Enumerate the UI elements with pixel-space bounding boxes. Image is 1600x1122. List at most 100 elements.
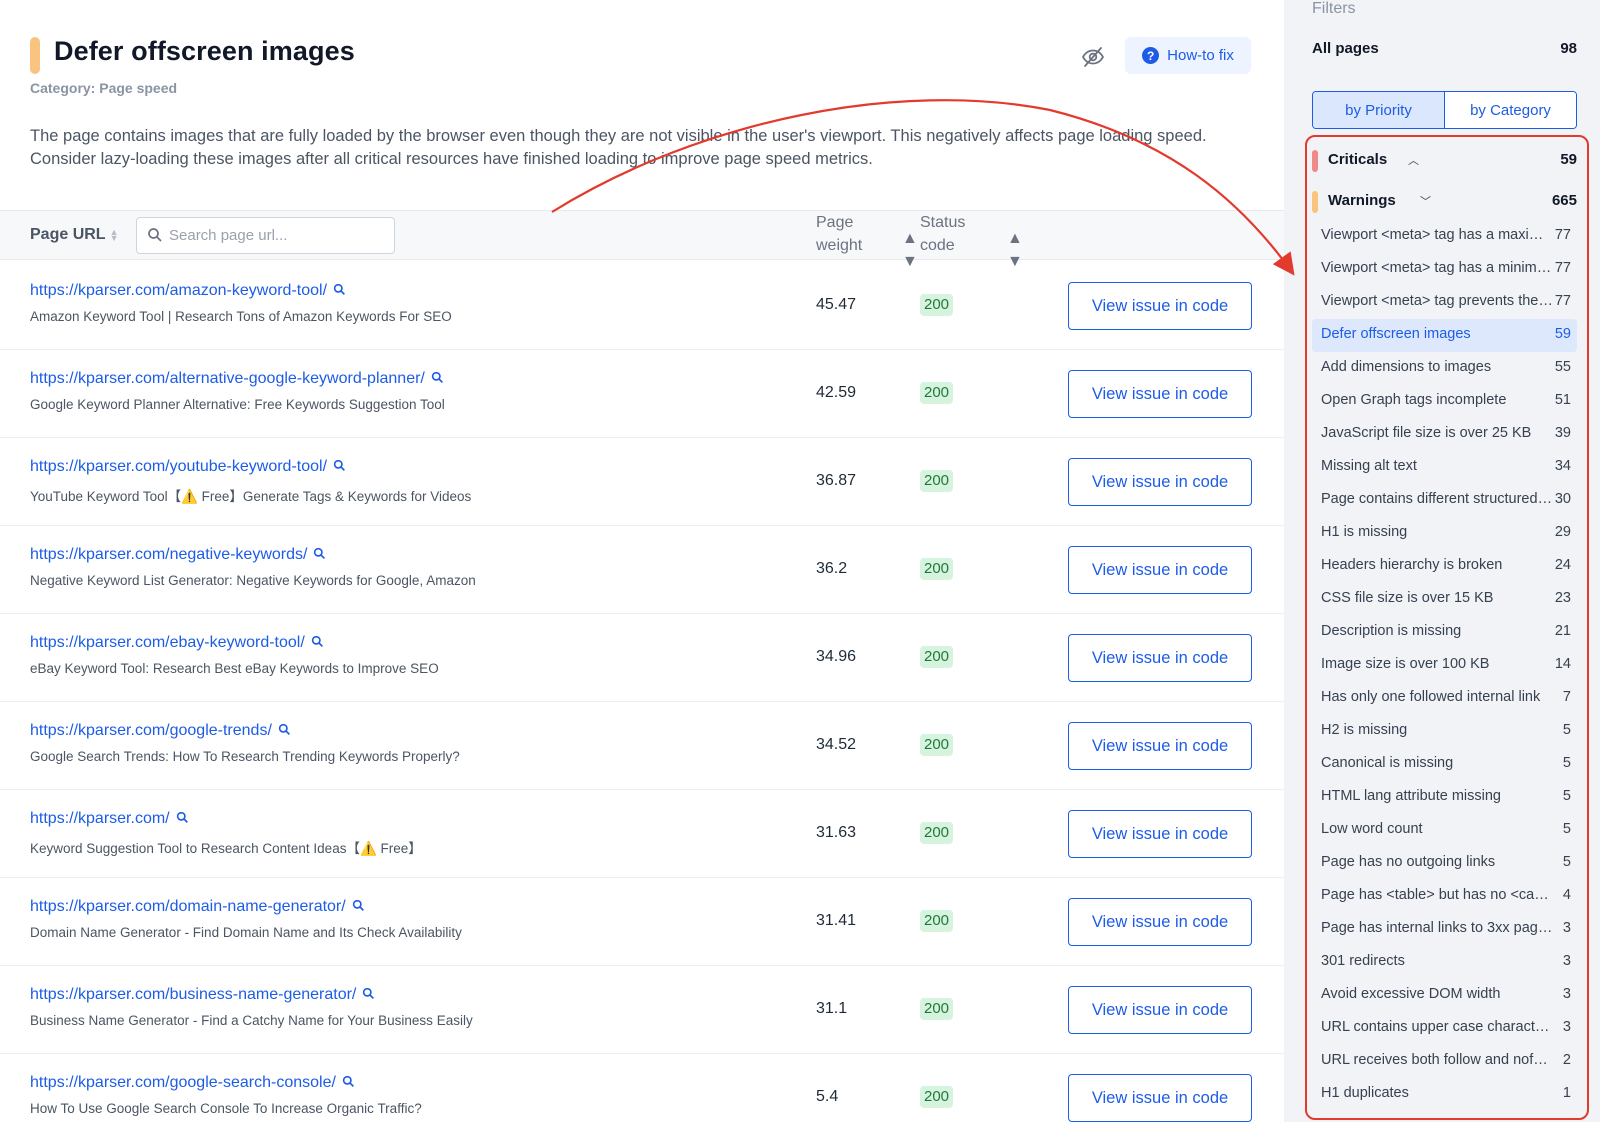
issue-name: CSS file size is over 15 KB xyxy=(1321,590,1494,606)
page-url-link[interactable]: https://kparser.com/google-search-consol… xyxy=(30,1074,355,1092)
issue-filter-item[interactable]: Viewport <meta> tag prevents the user fr… xyxy=(1312,286,1577,319)
issue-filter-item[interactable]: Avoid excessive DOM width 3 xyxy=(1312,979,1577,1012)
issue-filter-item[interactable]: Viewport <meta> tag has a maximum-scale … xyxy=(1312,220,1577,253)
issue-filter-item[interactable]: Description is missing 21 xyxy=(1312,616,1577,649)
column-header-weight[interactable]: Page weight xyxy=(816,211,862,257)
issue-count: 5 xyxy=(1562,722,1571,738)
column-header-status[interactable]: Status code xyxy=(920,211,965,257)
issue-name: Image size is over 100 KB xyxy=(1321,656,1490,672)
issue-filter-item[interactable]: Open Graph tags incomplete 51 xyxy=(1312,385,1577,418)
page-weight: 31.41 xyxy=(816,912,857,929)
page-url-link[interactable]: https://kparser.com/domain-name-generato… xyxy=(30,898,365,916)
search-icon[interactable] xyxy=(278,723,291,736)
table-header: Page URL▲▼ Page weight ▲▼ Status code ▲▼ xyxy=(0,210,1284,270)
view-issue-button[interactable]: View issue in code xyxy=(1068,986,1252,1034)
how-to-fix-button[interactable]: ? How-to fix xyxy=(1125,37,1251,74)
status-badge: 200 xyxy=(920,558,954,580)
issue-name: Page contains different structured data xyxy=(1321,491,1553,507)
status-badge: 200 xyxy=(920,294,954,316)
view-issue-button[interactable]: View issue in code xyxy=(1068,1074,1252,1122)
search-icon[interactable] xyxy=(342,1075,355,1088)
search-icon[interactable] xyxy=(176,811,189,824)
page-url-link[interactable]: https://kparser.com/ebay-keyword-tool/ xyxy=(30,634,324,652)
tab-by-priority[interactable]: by Priority xyxy=(1313,92,1445,128)
issue-filter-item[interactable]: H1 duplicates 1 xyxy=(1312,1078,1577,1111)
question-icon: ? xyxy=(1142,47,1160,64)
view-issue-button[interactable]: View issue in code xyxy=(1068,546,1252,594)
issue-filter-item[interactable]: Has only one followed internal link 7 xyxy=(1312,682,1577,715)
issue-filter-item[interactable]: H2 is missing 5 xyxy=(1312,715,1577,748)
status-badge: 200 xyxy=(920,822,954,844)
how-to-fix-label: How-to fix xyxy=(1167,47,1234,64)
page-url-link[interactable]: https://kparser.com/amazon-keyword-tool/ xyxy=(30,282,346,300)
issue-count: 51 xyxy=(1554,392,1571,408)
page-title-text: Negative Keyword List Generator: Negativ… xyxy=(30,573,476,588)
page-title-text: Domain Name Generator - Find Domain Name… xyxy=(30,925,462,940)
issue-filter-item[interactable]: Page contains different structured data 3… xyxy=(1312,484,1577,517)
issue-filter-item[interactable]: Viewport <meta> tag has a minimum-scale … xyxy=(1312,253,1577,286)
issue-filter-item[interactable]: URL receives both follow and nofollow li… xyxy=(1312,1045,1577,1078)
view-issue-button[interactable]: View issue in code xyxy=(1068,810,1252,858)
warnings-count: 665 xyxy=(1551,192,1577,209)
page-category: Category: Page speed xyxy=(30,80,178,96)
issue-count: 5 xyxy=(1562,788,1571,804)
view-issue-button[interactable]: View issue in code xyxy=(1068,634,1252,682)
issue-filter-item[interactable]: Defer offscreen images 59 xyxy=(1312,319,1577,352)
issue-name: Canonical is missing xyxy=(1321,755,1454,771)
search-input[interactable] xyxy=(169,218,389,253)
search-box xyxy=(136,217,395,254)
issue-filter-item[interactable]: JavaScript file size is over 25 KB 39 xyxy=(1312,418,1577,451)
issue-filter-item[interactable]: 301 redirects 3 xyxy=(1312,946,1577,979)
view-issue-button[interactable]: View issue in code xyxy=(1068,458,1252,506)
search-icon[interactable] xyxy=(362,987,375,1000)
page-url-link[interactable]: https://kparser.com/google-trends/ xyxy=(30,722,291,740)
search-icon[interactable] xyxy=(313,547,326,560)
search-icon[interactable] xyxy=(333,459,346,472)
search-icon[interactable] xyxy=(333,283,346,296)
view-issue-button[interactable]: View issue in code xyxy=(1068,898,1252,946)
search-icon[interactable] xyxy=(352,899,365,912)
filter-all-pages[interactable]: All pages 98 xyxy=(1312,40,1577,57)
issue-name: Viewport <meta> tag has a maximum-scale … xyxy=(1321,227,1553,243)
search-icon[interactable] xyxy=(311,635,324,648)
view-issue-button[interactable]: View issue in code xyxy=(1068,722,1252,770)
issue-filter-item[interactable]: Page has internal links to 3xx pages 3 xyxy=(1312,913,1577,946)
issue-filter-item[interactable]: CSS file size is over 15 KB 23 xyxy=(1312,583,1577,616)
issue-count: 5 xyxy=(1562,755,1571,771)
issue-filter-item[interactable]: Page has <table> but has no <caption> 4 xyxy=(1312,880,1577,913)
group-criticals[interactable]: Criticals ︿ 59 xyxy=(1312,146,1577,176)
issue-count: 29 xyxy=(1554,524,1571,540)
hide-issue-button[interactable] xyxy=(1080,44,1106,70)
page-url-link[interactable]: https://kparser.com/alternative-google-k… xyxy=(30,370,444,388)
page-title-text: YouTube Keyword Tool【⚠️ Free】Generate Ta… xyxy=(30,489,472,504)
issue-filter-item[interactable]: Canonical is missing 5 xyxy=(1312,748,1577,781)
column-header-url[interactable]: Page URL ▲ ▼ xyxy=(30,226,119,244)
search-icon[interactable] xyxy=(431,371,444,384)
status-badge: 200 xyxy=(920,646,954,668)
issue-filter-item[interactable]: Page has no outgoing links 5 xyxy=(1312,847,1577,880)
page-url-link[interactable]: https://kparser.com/ xyxy=(30,810,189,828)
page-weight: 45.47 xyxy=(816,296,857,313)
view-issue-button[interactable]: View issue in code xyxy=(1068,282,1252,330)
issue-filter-item[interactable]: Headers hierarchy is broken 24 xyxy=(1312,550,1577,583)
status-badge: 200 xyxy=(920,734,954,756)
issue-filter-item[interactable]: Low word count 5 xyxy=(1312,814,1577,847)
issue-filter-item[interactable]: HTML lang attribute missing 5 xyxy=(1312,781,1577,814)
issue-name: Description is missing xyxy=(1321,623,1462,639)
issue-count: 59 xyxy=(1554,326,1571,342)
tab-by-category[interactable]: by Category xyxy=(1445,92,1576,128)
page-url-link[interactable]: https://kparser.com/negative-keywords/ xyxy=(30,546,326,564)
issue-count: 77 xyxy=(1554,260,1571,276)
page-title-text: Amazon Keyword Tool | Research Tons of A… xyxy=(30,309,452,324)
table-row: https://kparser.com/google-trends/Google… xyxy=(0,702,1284,790)
issue-filter-item[interactable]: Missing alt text 34 xyxy=(1312,451,1577,484)
page-url-link[interactable]: https://kparser.com/youtube-keyword-tool… xyxy=(30,458,346,476)
results-table: https://kparser.com/amazon-keyword-tool/… xyxy=(0,262,1284,1122)
issue-filter-item[interactable]: URL contains upper case characters 3 xyxy=(1312,1012,1577,1045)
page-url-link[interactable]: https://kparser.com/business-name-genera… xyxy=(30,986,375,1004)
issue-filter-item[interactable]: H1 is missing 29 xyxy=(1312,517,1577,550)
view-issue-button[interactable]: View issue in code xyxy=(1068,370,1252,418)
issue-filter-item[interactable]: Image size is over 100 KB 14 xyxy=(1312,649,1577,682)
group-warnings[interactable]: Warnings ﹀ 665 xyxy=(1312,187,1577,217)
issue-filter-item[interactable]: Add dimensions to images 55 xyxy=(1312,352,1577,385)
